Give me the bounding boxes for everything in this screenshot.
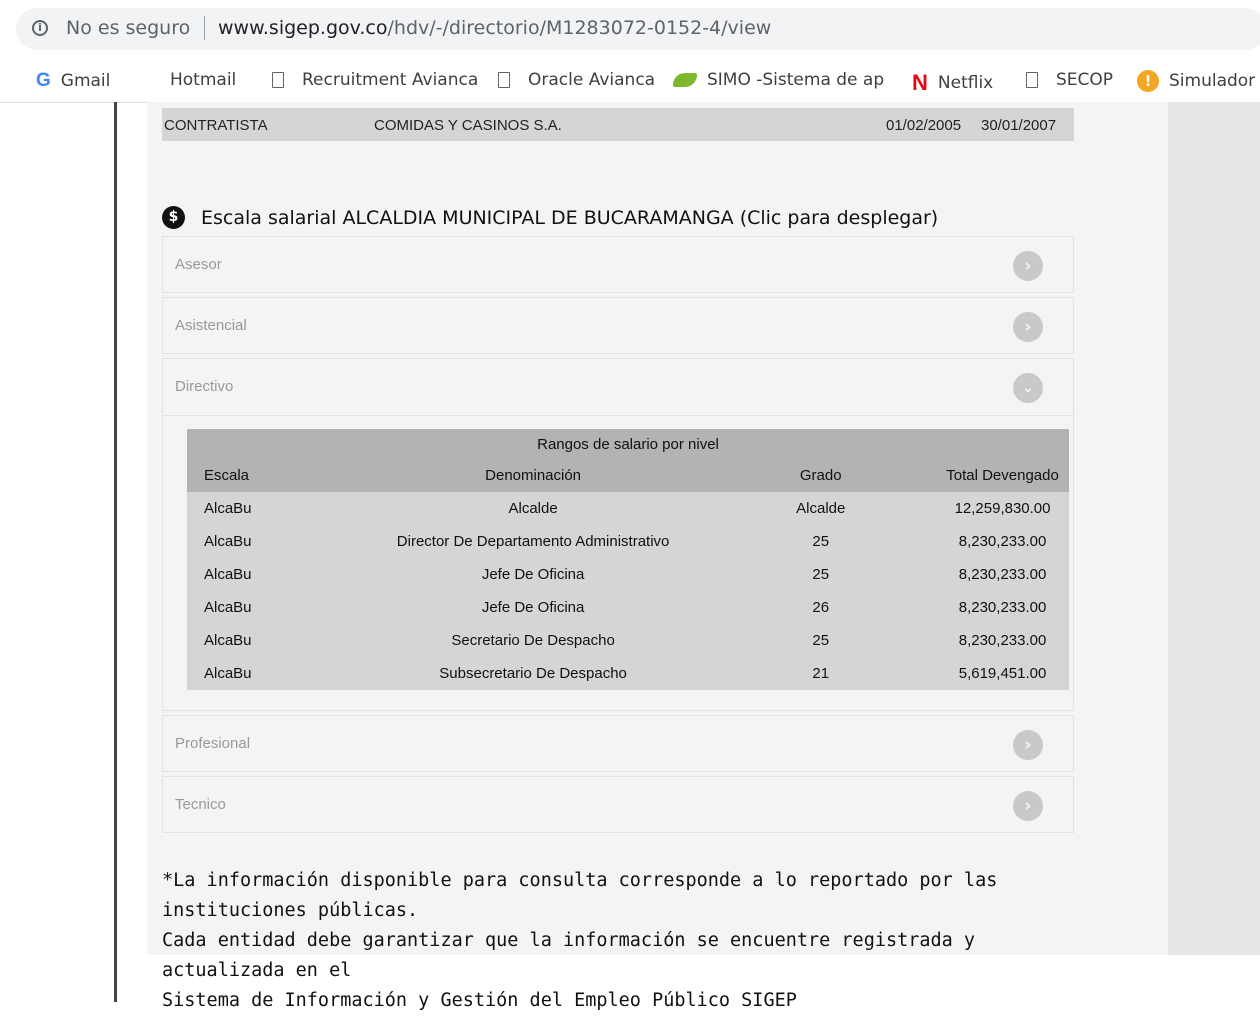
cell-grado: 26 (705, 591, 937, 624)
cell-escala: AlcaBu (187, 591, 361, 624)
level-accordion-tecnico[interactable]: Tecnico › (162, 776, 1074, 833)
bookmark-label: SIMO -Sistema de ap (707, 70, 885, 90)
bookmark-gmail[interactable]: G Gmail (36, 70, 110, 92)
cell-total: 5,619,451.00 (936, 657, 1069, 690)
level-accordion-directivo[interactable]: Directivo ⌄ Rangos de salario por nivel … (162, 358, 1074, 711)
bookmark-label: Gmail (60, 71, 111, 91)
bookmark-simulador[interactable]: ! Simulador (1137, 70, 1255, 92)
contract-end-date: 30/01/2007 (981, 117, 1057, 134)
salary-table-caption: Rangos de salario por nivel (187, 429, 1069, 459)
salary-scale-title-text: Escala salarial ALCALDIA MUNICIPAL DE BU… (201, 206, 939, 229)
cell-grado: 25 (705, 624, 937, 657)
info-icon[interactable]: i (32, 20, 48, 36)
salary-table: Rangos de salario por nivel Escala Denom… (187, 429, 1069, 690)
simulador-icon: ! (1137, 70, 1159, 92)
contract-type: CONTRATISTA (164, 117, 268, 134)
disclaimer-footnote: *La información disponible para consulta… (162, 866, 1082, 1016)
cell-escala: AlcaBu (187, 624, 361, 657)
table-row: AlcaBu Director De Departamento Administ… (187, 525, 1069, 558)
page-icon (498, 72, 510, 88)
netflix-icon: N (912, 70, 928, 95)
bookmark-netflix[interactable]: N Netflix (912, 70, 993, 96)
cell-denominacion: Alcalde (360, 492, 706, 525)
table-row: AlcaBu Secretario De Despacho 25 8,230,2… (187, 624, 1069, 657)
header-total-devengado: Total Devengado (936, 459, 1069, 492)
cell-total: 8,230,233.00 (936, 525, 1069, 558)
cell-total: 8,230,233.00 (936, 624, 1069, 657)
contract-entity: COMIDAS Y CASINOS S.A. (374, 117, 562, 134)
cell-denominacion: Secretario De Despacho (360, 624, 706, 657)
level-label: Directivo (175, 378, 234, 395)
url-host: www.sigep.gov.co (218, 17, 388, 39)
bookmark-label: Oracle Avianca (528, 70, 656, 90)
level-label: Tecnico (175, 796, 226, 813)
bookmark-label: SECOP (1056, 70, 1114, 90)
chevron-right-icon[interactable]: › (1013, 730, 1043, 760)
accordion-divider (163, 415, 1073, 416)
bookmark-label: Hotmail (170, 70, 237, 90)
chevron-right-icon[interactable]: › (1013, 791, 1043, 821)
bookmark-secop[interactable]: SECOP (1026, 70, 1113, 90)
cell-escala: AlcaBu (187, 558, 361, 591)
cell-grado: 25 (705, 558, 937, 591)
url-path: /hdv/-/directorio/M1283072-0152-4/view (387, 17, 772, 39)
header-denominacion: Denominación (360, 459, 706, 492)
footnote-line: *La información disponible para consulta… (162, 870, 998, 921)
table-row: AlcaBu Jefe De Oficina 26 8,230,233.00 (187, 591, 1069, 624)
table-row: AlcaBu Subsecretario De Despacho 21 5,61… (187, 657, 1069, 690)
cell-denominacion: Jefe De Oficina (360, 591, 706, 624)
address-separator (204, 16, 205, 40)
right-sidebar (1168, 102, 1260, 955)
bookmark-label: Simulador (1169, 71, 1256, 91)
chevron-right-icon[interactable]: › (1013, 312, 1043, 342)
bookmark-simo[interactable]: SIMO -Sistema de ap (673, 70, 884, 90)
left-divider (114, 102, 117, 1002)
header-grado: Grado (705, 459, 937, 492)
cell-total: 8,230,233.00 (936, 558, 1069, 591)
security-label[interactable]: No es seguro (66, 17, 190, 39)
microsoft-icon (140, 70, 160, 90)
cell-escala: AlcaBu (187, 525, 361, 558)
level-accordion-asesor[interactable]: Asesor › (162, 236, 1074, 293)
bookmark-recruitment-avianca[interactable]: Recruitment Avianca (272, 70, 478, 90)
cell-escala: AlcaBu (187, 657, 361, 690)
cell-escala: AlcaBu (187, 492, 361, 525)
bookmark-label: Netflix (937, 73, 994, 93)
chevron-right-icon[interactable]: › (1013, 251, 1043, 281)
level-accordion-asistencial[interactable]: Asistencial › (162, 297, 1074, 354)
contract-start-date: 01/02/2005 (886, 117, 962, 134)
dollar-icon: $ (162, 206, 185, 229)
header-escala: Escala (187, 459, 361, 492)
bookmark-oracle-avianca[interactable]: Oracle Avianca (498, 70, 655, 90)
table-row: AlcaBu Alcalde Alcalde 12,259,830.00 (187, 492, 1069, 525)
footnote-line: Cada entidad debe garantizar que la info… (162, 930, 976, 981)
table-row: AlcaBu Jefe De Oficina 25 8,230,233.00 (187, 558, 1069, 591)
bookmark-hotmail[interactable]: Hotmail (140, 70, 236, 90)
salary-scale-title[interactable]: $ Escala salarial ALCALDIA MUNICIPAL DE … (162, 206, 938, 229)
cell-total: 8,230,233.00 (936, 591, 1069, 624)
address-bar-area: i No es seguro www.sigep.gov.co/hdv/-/di… (0, 0, 1260, 58)
cell-denominacion: Subsecretario De Despacho (360, 657, 706, 690)
contract-row: CONTRATISTA COMIDAS Y CASINOS S.A. 01/02… (162, 108, 1074, 141)
level-label: Profesional (175, 735, 251, 752)
url-text[interactable]: www.sigep.gov.co/hdv/-/directorio/M12830… (218, 17, 771, 39)
level-accordion-profesional[interactable]: Profesional › (162, 715, 1074, 772)
google-icon: G (36, 70, 51, 91)
page-icon (1026, 72, 1038, 88)
level-label: Asistencial (175, 317, 247, 334)
cell-grado: 21 (705, 657, 937, 690)
cell-grado: Alcalde (705, 492, 937, 525)
footnote-line: Sistema de Información y Gestión del Emp… (162, 990, 797, 1011)
cell-denominacion: Jefe De Oficina (360, 558, 706, 591)
cell-total: 12,259,830.00 (936, 492, 1069, 525)
chevron-down-icon[interactable]: ⌄ (1013, 373, 1043, 403)
bookmarks-bar: G Gmail Hotmail Recruitment Avianca Oracl… (0, 58, 1260, 103)
page-icon (272, 72, 284, 88)
cell-denominacion: Director De Departamento Administrativo (360, 525, 706, 558)
bookmark-label: Recruitment Avianca (302, 70, 479, 90)
cell-grado: 25 (705, 525, 937, 558)
level-label: Asesor (175, 256, 222, 273)
leaf-icon (673, 73, 697, 87)
